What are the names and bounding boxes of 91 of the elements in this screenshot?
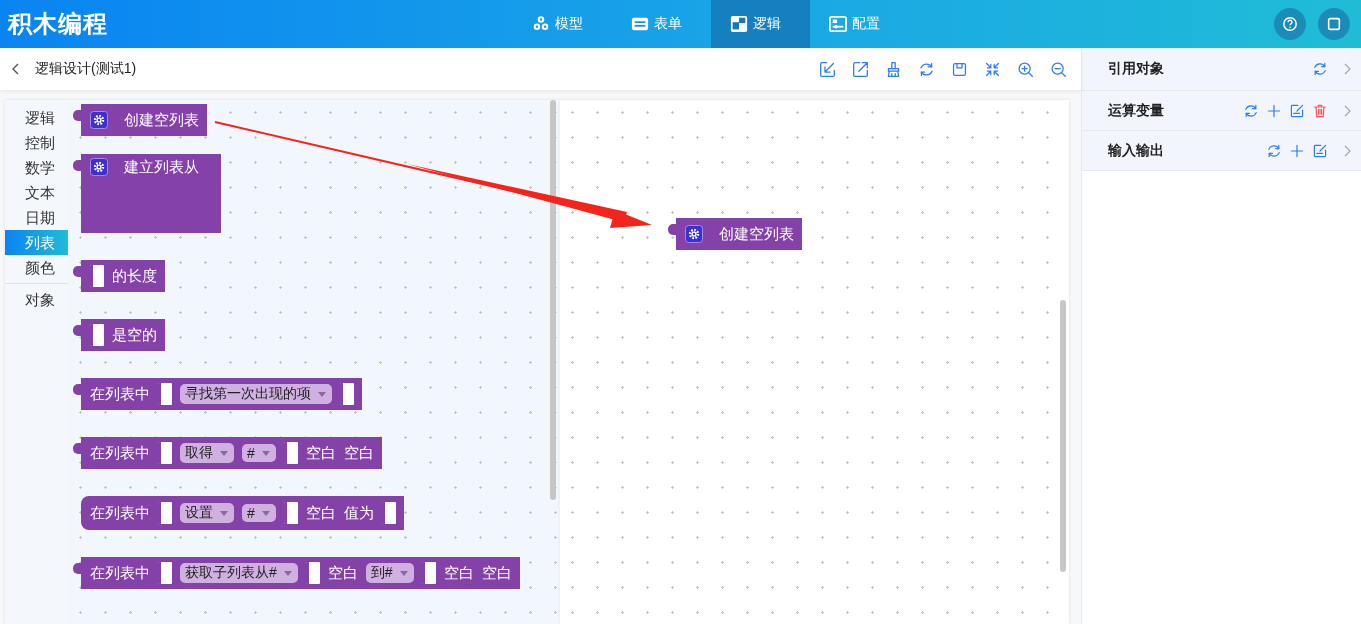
connector-tab: [73, 384, 81, 395]
refresh-icon[interactable]: [918, 60, 935, 78]
card-icon: [631, 15, 649, 33]
nav-tab[interactable]: 逻辑: [711, 0, 810, 48]
collapse-arrows-icon[interactable]: [984, 60, 1001, 78]
window-button[interactable]: [1318, 8, 1350, 40]
input-socket[interactable]: [283, 442, 298, 464]
block-label: 的长度: [112, 266, 157, 286]
block-label: 空白: [443, 563, 474, 583]
connector-tab: [668, 224, 676, 235]
connector-tab: [73, 110, 81, 121]
block-dropdown[interactable]: 寻找第一次出现的项: [180, 384, 332, 404]
zoom-in-icon[interactable]: [1017, 60, 1034, 78]
block-label: 在列表中: [90, 443, 150, 463]
block-label: 创建空列表: [124, 110, 199, 130]
page-title: 逻辑设计(测试1): [35, 60, 137, 78]
input-socket[interactable]: [158, 502, 172, 524]
block-label: 建立列表从: [124, 158, 199, 177]
category-item[interactable]: 颜色: [5, 255, 68, 280]
section-title: 输入输出: [1108, 141, 1164, 160]
save-icon[interactable]: [951, 60, 968, 78]
block-label: 在列表中: [90, 503, 150, 523]
category-item[interactable]: 控制: [5, 130, 68, 155]
app-title: 积木编程: [6, 9, 109, 39]
block-label: 空白: [305, 443, 336, 463]
block-label: 创建空列表: [719, 224, 794, 244]
category-item[interactable]: 日期: [5, 205, 68, 230]
brush-icon[interactable]: [885, 60, 902, 78]
hexagons-icon: [532, 15, 550, 33]
input-socket[interactable]: [90, 265, 104, 287]
input-socket[interactable]: [283, 502, 298, 524]
puzzle-icon: [730, 15, 748, 33]
scrollbar[interactable]: [550, 100, 556, 500]
gear-icon[interactable]: [685, 225, 703, 243]
block-label: 是空的: [112, 325, 157, 345]
block-label: 空白: [343, 443, 374, 463]
block-dropdown[interactable]: #: [242, 504, 276, 522]
category-item[interactable]: 文本: [5, 180, 68, 205]
refresh-icon[interactable]: [1266, 142, 1282, 159]
block-label: 值为: [343, 503, 374, 523]
input-socket[interactable]: [158, 383, 172, 405]
arrow-up-right-icon[interactable]: [852, 60, 869, 78]
input-socket[interactable]: [340, 383, 354, 405]
block-dropdown[interactable]: #: [242, 444, 276, 462]
add-icon[interactable]: [1266, 102, 1282, 119]
block-dropdown[interactable]: 取得: [180, 443, 234, 463]
block-dropdown[interactable]: 到#: [365, 563, 414, 583]
input-socket[interactable]: [158, 442, 172, 464]
window-icon: [1326, 16, 1342, 32]
connector-tab: [73, 563, 81, 574]
connector-tab: [73, 160, 81, 171]
edit-icon[interactable]: [1312, 142, 1328, 159]
zoom-out-icon[interactable]: [1050, 60, 1067, 78]
block-label: 空白: [481, 563, 512, 583]
input-socket[interactable]: [90, 324, 104, 346]
section-title: 引用对象: [1108, 60, 1164, 78]
scrollbar[interactable]: [1060, 300, 1066, 572]
refresh-icon[interactable]: [1312, 61, 1328, 77]
block-label: 在列表中: [90, 384, 150, 404]
block-dropdown[interactable]: 设置: [180, 503, 234, 523]
add-icon[interactable]: [1289, 142, 1305, 159]
input-socket[interactable]: [381, 502, 396, 524]
help-button[interactable]: [1274, 8, 1306, 40]
chevron-right-icon[interactable]: [1343, 63, 1351, 75]
input-socket[interactable]: [421, 562, 436, 584]
block-label: 空白: [305, 503, 336, 523]
block-label: 在列表中: [90, 563, 150, 583]
help-icon: [1282, 16, 1298, 32]
gear-icon[interactable]: [90, 158, 108, 176]
category-item[interactable]: 逻辑: [5, 105, 68, 130]
input-socket[interactable]: [158, 562, 172, 584]
panel-section[interactable]: 输入输出: [1082, 131, 1361, 171]
connector-tab: [73, 443, 81, 454]
panel-section[interactable]: 运算变量: [1082, 91, 1361, 131]
chevron-right-icon[interactable]: [1343, 144, 1351, 157]
delete-icon[interactable]: [1312, 102, 1328, 119]
arrow-down-left-icon[interactable]: [819, 60, 836, 78]
edit-icon[interactable]: [1289, 102, 1305, 119]
back-chevron-icon[interactable]: [11, 63, 21, 75]
category-item[interactable]: 数学: [5, 155, 68, 180]
connector-tab: [73, 325, 81, 336]
panel-section[interactable]: 引用对象: [1082, 48, 1361, 91]
connector-tab: [73, 266, 81, 277]
block-label: 空白: [327, 563, 358, 583]
input-socket[interactable]: [305, 562, 320, 584]
refresh-icon[interactable]: [1243, 102, 1259, 119]
block-dropdown[interactable]: 获取子列表从#: [180, 563, 298, 583]
chevron-right-icon[interactable]: [1343, 104, 1351, 117]
gear-icon[interactable]: [90, 111, 108, 129]
slider-card-icon: [829, 15, 847, 33]
section-title: 运算变量: [1108, 101, 1164, 120]
